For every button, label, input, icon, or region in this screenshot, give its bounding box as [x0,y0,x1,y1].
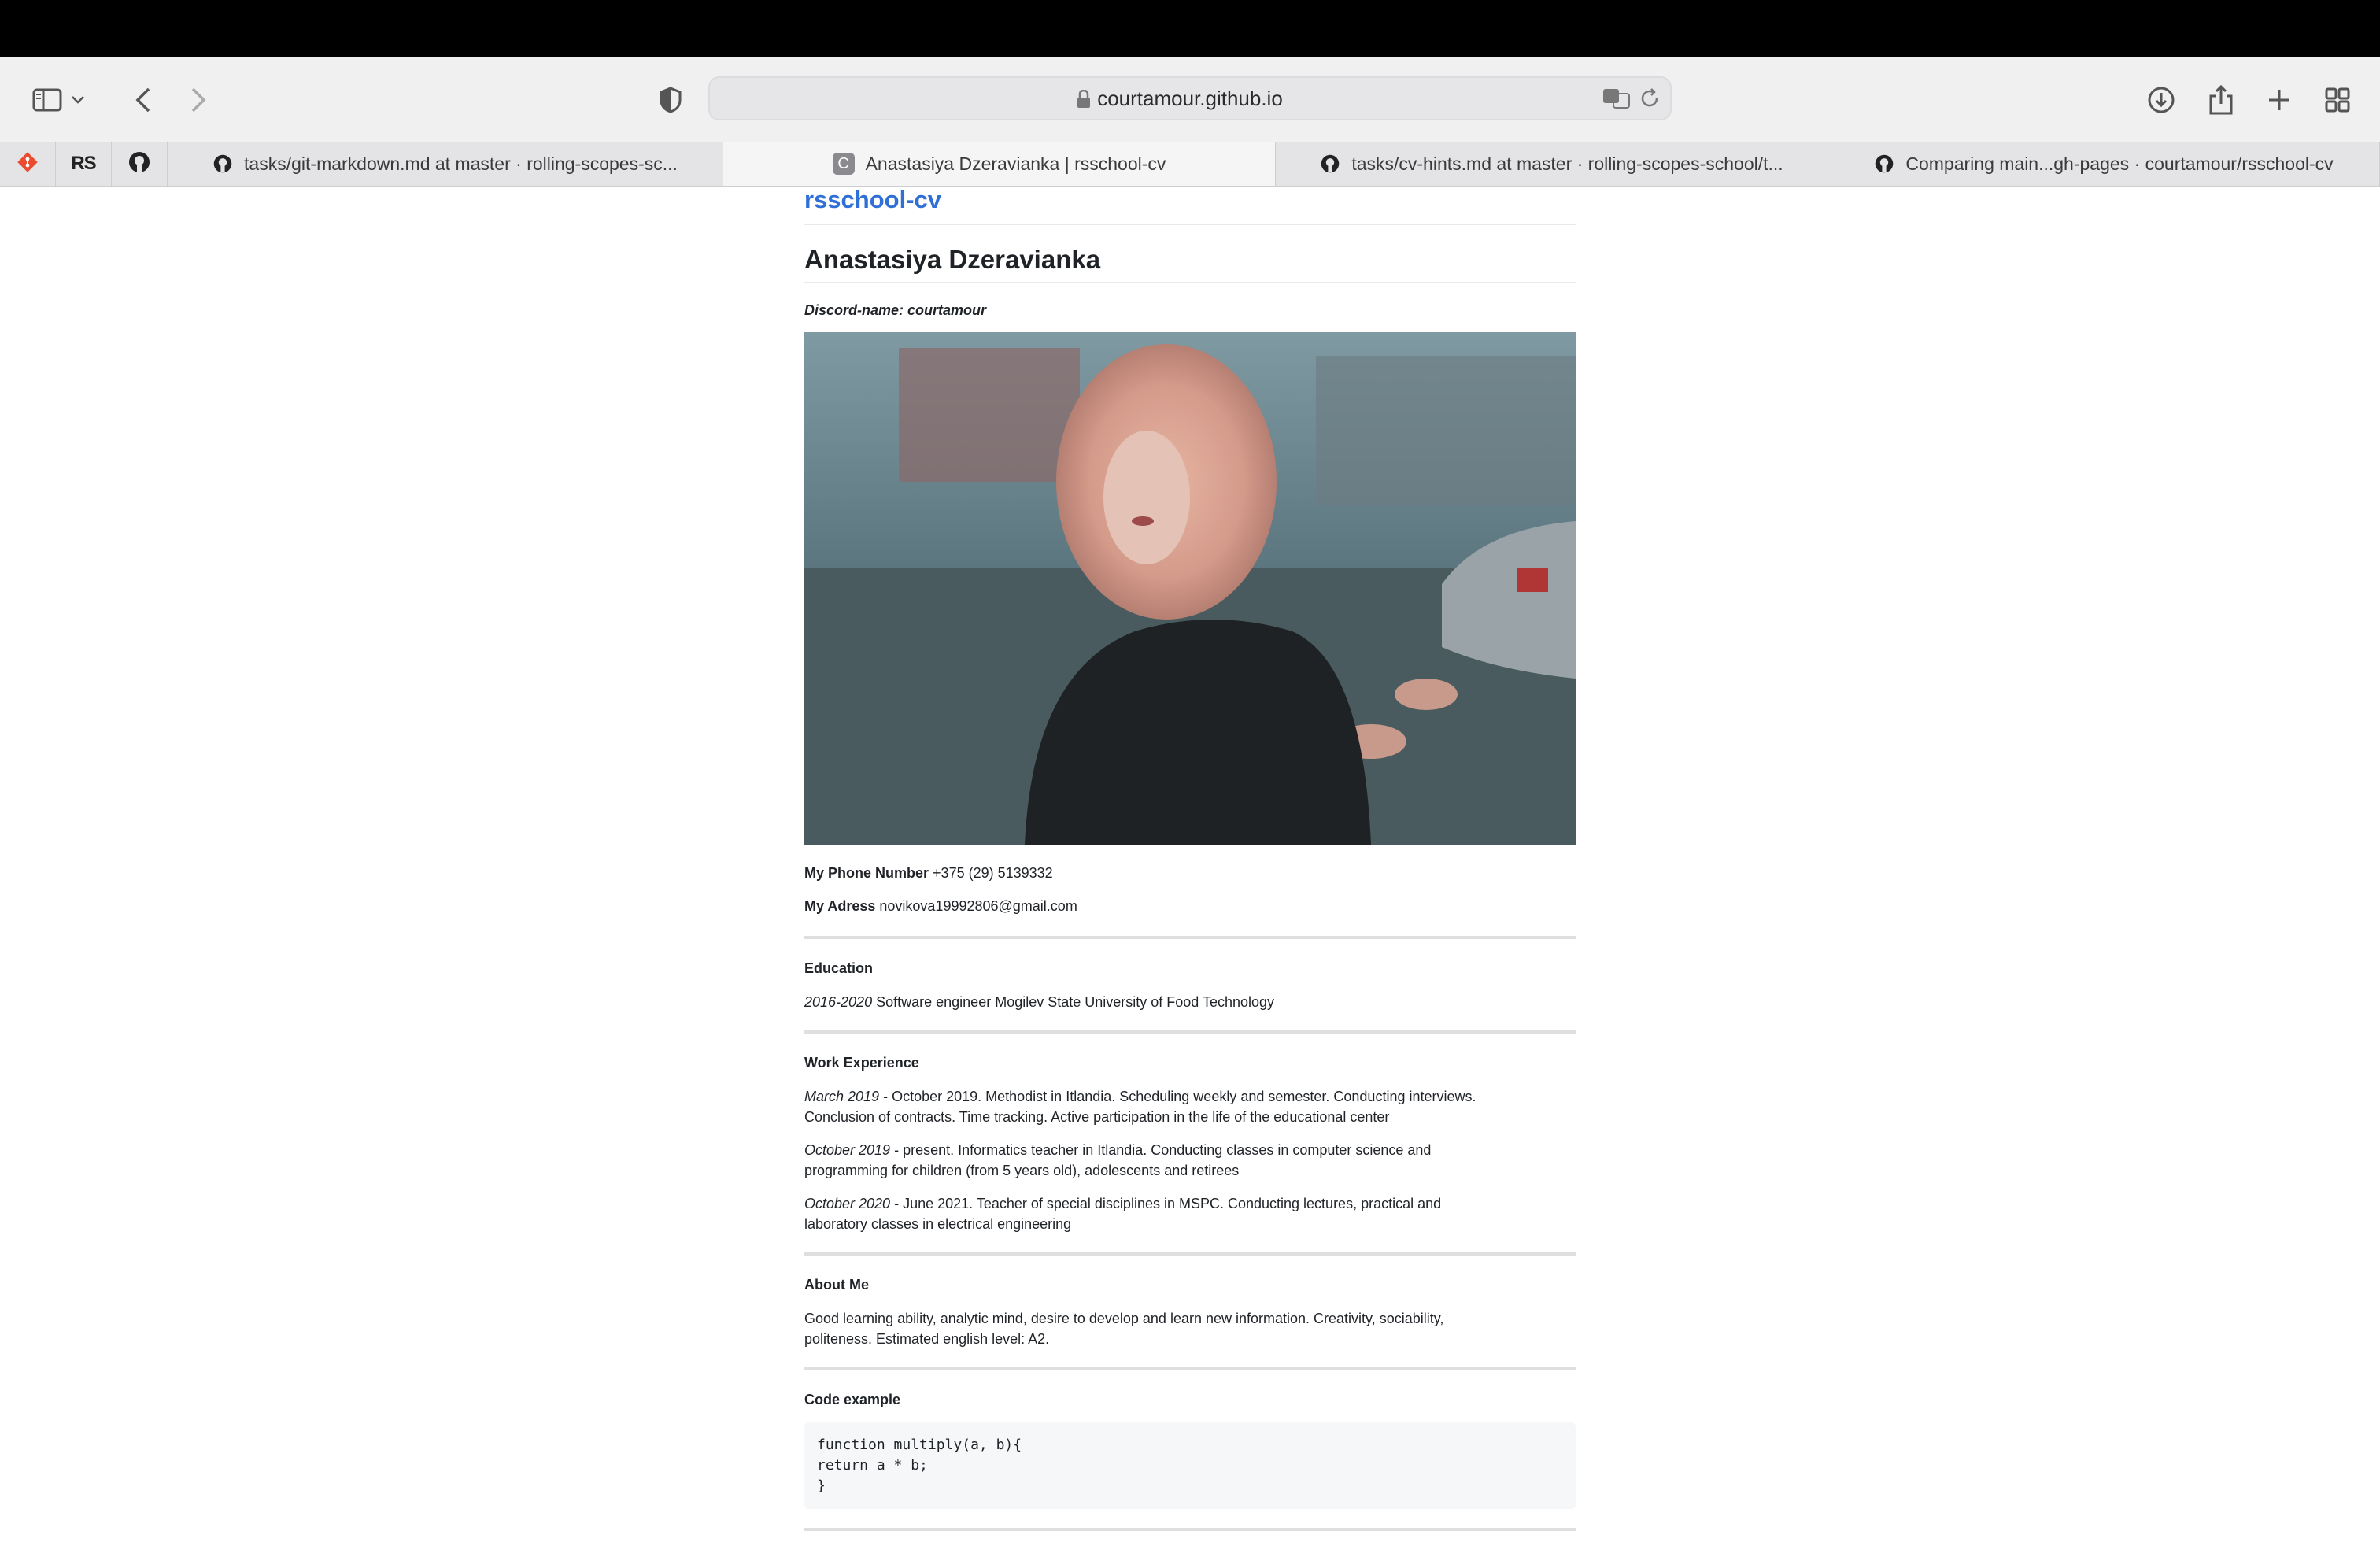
divider [804,1528,1576,1531]
discord-name: Discord-name: courtamour [804,302,987,318]
rs-logo-icon: RS [71,153,96,174]
page-title: Anastasiya Dzeravianka [804,245,1101,274]
pinned-tab-github[interactable] [112,142,168,186]
url-text: courtamour.github.io [1097,87,1283,110]
system-menu-bar [0,0,2380,57]
divider [804,1367,1576,1370]
about-line: politeness. Estimated english level: A2. [804,1331,1050,1347]
work-text: - June 2021. Teacher of special discipli… [894,1196,1442,1211]
education-years: 2016-2020 [804,994,873,1010]
address-row: My Adress novikova19992806@gmail.com [804,896,1576,916]
divider [804,1252,1576,1256]
divider [804,282,1576,283]
pinned-tab-rs[interactable]: RS [56,142,112,186]
github-icon [128,150,151,178]
download-icon[interactable] [2138,76,2185,124]
tab-cv-hints[interactable]: tasks/cv-hints.md at master · rolling-sc… [1276,142,1828,186]
phone-row: My Phone Number +375 (29) 5139332 [804,863,1576,883]
pinned-tab-git[interactable] [0,142,56,186]
favicon-letter: C [832,153,855,175]
work-heading: Work Experience [804,1055,919,1071]
tab-overview-icon[interactable] [2314,76,2361,124]
divider [804,224,1576,225]
forward-icon[interactable] [175,76,222,124]
work-item: October 2020 - June 2021. Teacher of spe… [804,1193,1576,1234]
tab-label: tasks/git-markdown.md at master · rollin… [244,153,678,174]
code-block: function multiply(a, b){ return a * b; } [804,1422,1576,1509]
address-label: My Adress [804,898,876,914]
share-icon[interactable] [2197,76,2245,124]
tab-comparing[interactable]: Comparing main...gh-pages · courtamour/r… [1828,142,2380,186]
work-date: March 2019 [804,1089,880,1104]
privacy-shield-icon[interactable] [647,76,694,124]
about-heading: About Me [804,1277,869,1293]
browser-toolbar: courtamour.github.io [0,57,2380,142]
translate-icon[interactable] [1602,87,1631,113]
work-item: March 2019 - October 2019. Methodist in … [804,1086,1576,1127]
profile-photo [804,332,1576,845]
address-bar[interactable]: courtamour.github.io [708,76,1672,120]
chevron-down-icon[interactable] [66,76,90,124]
about-line: Good learning ability, analytic mind, de… [804,1311,1444,1326]
sidebar-toggle-icon[interactable] [24,76,71,124]
phone-value: +375 (29) 5139332 [933,865,1053,881]
tab-label: tasks/cv-hints.md at master · rolling-sc… [1351,153,1783,174]
work-date: October 2019 [804,1142,891,1158]
code-heading: Code example [804,1392,901,1407]
code-line: function multiply(a, b){ [817,1437,1022,1453]
about-text: Good learning ability, analytic mind, de… [804,1308,1576,1349]
github-icon [1320,153,1340,174]
divider [804,1030,1576,1034]
tab-bar: RS tasks/git-markdown.md at master · rol… [0,142,2380,187]
phone-label: My Phone Number [804,865,929,881]
tab-git-markdown[interactable]: tasks/git-markdown.md at master · rollin… [168,142,723,186]
work-item: October 2019 - present. Informatics teac… [804,1140,1576,1181]
work-text: - present. Informatics teacher in Itland… [894,1142,1432,1158]
divider [804,936,1576,939]
github-icon [213,153,233,174]
tab-cv-active[interactable]: C Anastasiya Dzeravianka | rsschool-cv [723,142,1276,186]
address-value: novikova19992806@gmail.com [879,898,1077,914]
education-text: Software engineer Mogilev State Universi… [876,994,1275,1010]
new-tab-icon[interactable] [2256,76,2303,124]
work-text: - October 2019. Methodist in Itlandia. S… [883,1089,1476,1104]
work-text: programming for children (from 5 years o… [804,1163,1240,1178]
back-icon[interactable] [120,76,167,124]
code-line: return a * b; [817,1457,928,1474]
work-text: laboratory classes in electrical enginee… [804,1216,1072,1232]
github-icon [1874,153,1894,174]
git-icon [16,150,39,178]
tab-label: Anastasiya Dzeravianka | rsschool-cv [865,153,1166,174]
work-date: October 2020 [804,1196,891,1211]
code-line: } [817,1478,826,1494]
site-title-link[interactable]: rsschool-cv [804,186,941,214]
education-row: 2016-2020 Software engineer Mogilev Stat… [804,992,1576,1012]
work-text: Conclusion of contracts. Time tracking. … [804,1109,1390,1125]
education-heading: Education [804,960,874,976]
letter-c-icon: C [832,153,855,175]
tab-label: Comparing main...gh-pages · courtamour/r… [1905,153,2334,174]
reload-icon[interactable] [1639,87,1661,113]
